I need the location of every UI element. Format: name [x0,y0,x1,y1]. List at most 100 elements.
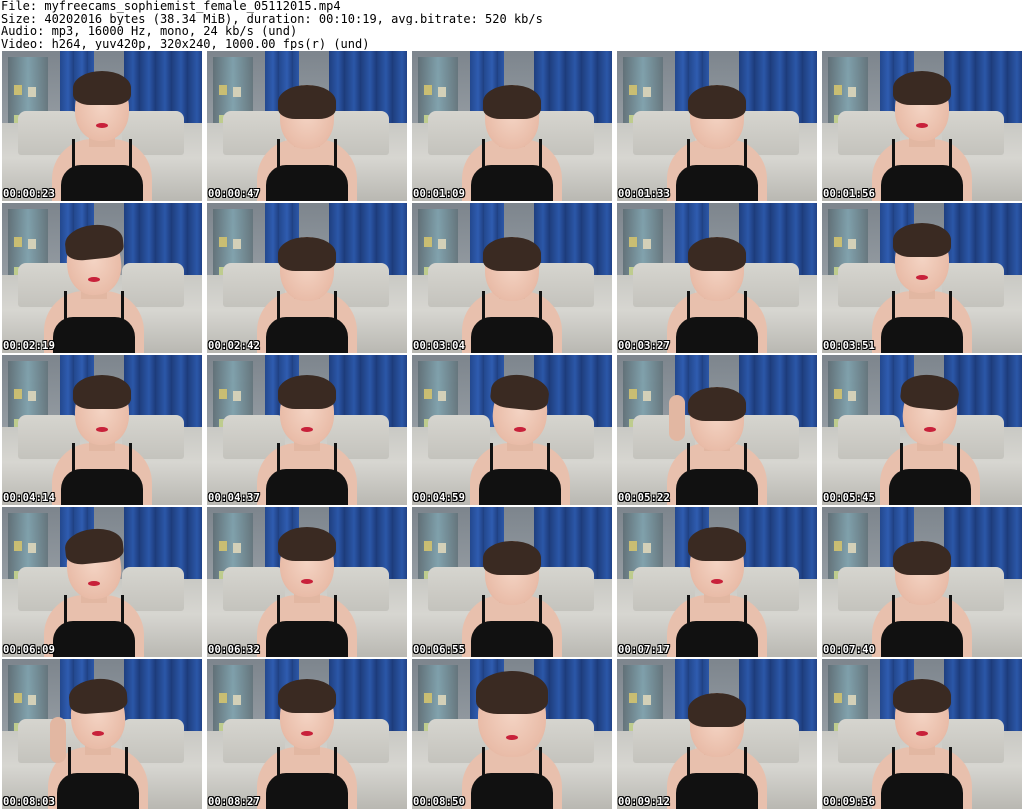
video-thumbnail: 00:03:04 [412,203,612,353]
thumbnail-timestamp: 00:04:14 [3,492,56,504]
thumbnail-person-lips [924,427,936,432]
thumbnail-person-strap [687,139,690,169]
thumbnail-person-strap [892,139,895,169]
thumbnail-timestamp: 00:05:45 [823,492,876,504]
video-thumbnail: 00:03:27 [617,203,817,353]
thumbnail-person-top [266,469,348,505]
thumbnail-person-strap [744,139,747,169]
video-info-line: Video: h264, yuv420p, 320x240, 1000.00 f… [1,37,370,50]
thumbnail-person-lips [514,427,526,432]
thumbnail-timestamp: 00:06:32 [208,644,261,656]
thumbnail-timestamp: 00:01:56 [823,188,876,200]
thumbnail-person-strap [482,139,485,169]
thumbnail-person-strap [334,291,337,321]
thumbnail-grid: 00:00:23 00:00:47 00:01:09 00:01:33 00:01:56… [2,51,1022,809]
thumbnail-person-lips [916,731,928,736]
thumbnail-timestamp: 00:09:36 [823,796,876,808]
thumbnail-person-lips [96,427,108,432]
thumbnail-person-strap [892,291,895,321]
thumbnail-person-top [61,469,143,505]
thumbnail-person-strap [334,139,337,169]
thumbnail-person-strap [64,291,67,321]
thumbnail-person-strap [277,595,280,625]
thumbnail-person-strap [125,747,128,777]
thumbnail-person-strap [334,595,337,625]
thumbnail-person-hand [669,395,685,441]
video-thumbnail: 00:08:50 [412,659,612,809]
thumbnail-person-hair [73,71,131,105]
video-thumbnail: 00:06:09 [2,507,202,657]
thumbnail-person-strap [490,443,493,473]
thumbnail-timestamp: 00:04:37 [208,492,261,504]
thumbnail-person-lips [88,277,100,282]
video-thumbnail: 00:04:59 [412,355,612,505]
video-thumbnail: 00:06:55 [412,507,612,657]
thumbnail-person-lips [506,734,518,740]
file-size-line: Size: 40202016 bytes (38.34 MiB), durati… [1,12,543,25]
thumbnail-person-strap [949,595,952,625]
thumbnail-person-hair [278,679,336,713]
video-thumbnail: 00:09:36 [822,659,1022,809]
thumbnail-person-top [676,773,758,809]
thumbnail-person-hair [893,679,951,713]
thumbnail-person-top [881,773,963,809]
thumbnail-person-top [53,317,135,353]
thumbnail-person-hand [50,717,66,763]
thumbnail-timestamp: 00:01:09 [413,188,466,200]
thumbnail-person-top [676,165,758,201]
thumbnail-person-hair [688,387,746,421]
thumbnail-person-strap [72,443,75,473]
thumbnail-person-strap [744,595,747,625]
thumbnail-cushion [122,567,184,611]
thumbnail-person-top [471,621,553,657]
video-thumbnail: 00:03:51 [822,203,1022,353]
thumbnail-timestamp: 00:00:47 [208,188,261,200]
thumbnail-person-top [61,165,143,201]
thumbnail-person-hair [688,527,746,561]
thumbnail-person-strap [121,291,124,321]
thumbnail-person-hair [688,693,746,727]
thumbnail-person-top [471,165,553,201]
thumbnail-person-lips [92,731,104,736]
thumbnail-person-hair [483,85,541,119]
video-thumbnail: 00:02:42 [207,203,407,353]
thumbnail-person-strap [129,139,132,169]
thumbnail-person-top [881,317,963,353]
thumbnail-person-strap [949,747,952,777]
thumbnail-person-top [676,317,758,353]
thumbnail-person-hair [688,85,746,119]
thumbnail-person-strap [744,747,747,777]
thumbnail-person-hair [475,671,549,714]
thumbnail-person-strap [892,595,895,625]
thumbnail-person-strap [334,443,337,473]
video-thumbnail: 00:04:14 [2,355,202,505]
thumbnail-person-strap [744,291,747,321]
thumbnail-timestamp: 00:02:42 [208,340,261,352]
thumbnail-timestamp: 00:08:50 [413,796,466,808]
thumbnail-person-strap [539,747,542,777]
thumbnail-person-strap [482,291,485,321]
thumbnail-timestamp: 00:01:33 [618,188,671,200]
thumbnail-person-strap [334,747,337,777]
thumbnail-person-top [266,317,348,353]
video-thumbnail: 00:07:40 [822,507,1022,657]
thumbnail-person-hair [278,375,336,409]
thumbnail-timestamp: 00:02:19 [3,340,56,352]
thumbnail-timestamp: 00:05:22 [618,492,671,504]
thumbnail-timestamp: 00:09:12 [618,796,671,808]
thumbnail-person-top [889,469,971,505]
thumbnail-person-strap [687,291,690,321]
thumbnail-person-strap [539,291,542,321]
thumbnail-person-lips [301,579,313,584]
thumbnail-person-strap [482,595,485,625]
video-thumbnail: 00:01:09 [412,51,612,201]
thumbnail-person-top [676,469,758,505]
thumbnail-person-top [676,621,758,657]
thumbnail-person-strap [949,139,952,169]
video-thumbnail: 00:05:22 [617,355,817,505]
thumbnail-person-strap [744,443,747,473]
thumbnail-person-strap [482,747,485,777]
video-thumbnail: 00:06:32 [207,507,407,657]
thumbnail-cushion [428,415,490,459]
video-thumbnail: 00:07:17 [617,507,817,657]
